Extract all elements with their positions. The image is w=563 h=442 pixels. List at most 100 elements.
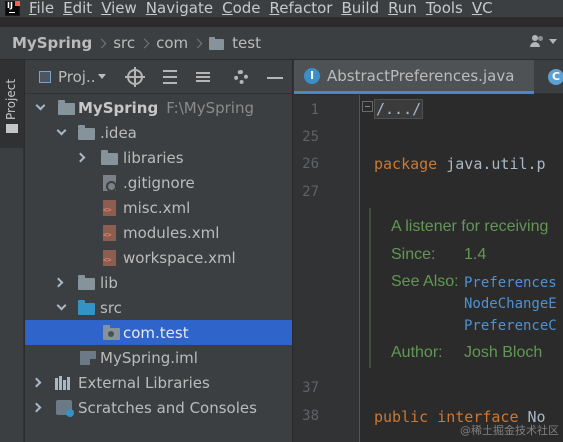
breadcrumb-project[interactable]: MySpring [12,34,92,52]
menu-tools[interactable]: Tools [426,0,463,17]
folder-icon [78,125,95,140]
chevron-down-icon[interactable] [35,100,46,111]
tree-item-project-root[interactable]: MySpring F:\MySpring [25,95,292,120]
menu-build[interactable]: Build [341,0,379,17]
tree-item-label: com.test [123,323,189,342]
menu-edit[interactable]: Edit [63,0,92,17]
tree-item-myspring-iml[interactable]: MySpring.iml [25,345,292,370]
tree-item-src[interactable]: src [25,295,292,320]
hide-panel-icon[interactable] [267,77,283,79]
line-number-gutter: 1 25 26 27 37 38 [294,95,360,442]
users-icon [530,35,546,48]
tree-item-scratches[interactable]: Scratches and Consoles [25,395,292,420]
menu-run[interactable]: Run [388,0,417,17]
chevron-down-icon [549,39,557,44]
folder-icon [209,36,225,50]
menu-refactor[interactable]: Refactor [270,0,333,17]
breadcrumb-com[interactable]: com [156,34,188,52]
menu-view[interactable]: View [101,0,137,17]
gear-icon[interactable] [234,70,248,84]
project-panel: Proj.. MySpring F:\MySpring .idea librari… [25,60,292,442]
project-tab-label: Project [4,78,18,120]
folded-imports: /.../ [374,99,424,119]
tree-item-label: modules.xml [123,223,220,242]
menu-vcs[interactable]: VC [472,0,493,17]
tree-item-misc-xml[interactable]: misc.xml [25,195,292,220]
tree-item-gitignore[interactable]: .gitignore [25,170,292,195]
doc-link-preferencechange[interactable]: PreferenceC [464,318,557,334]
project-view-dropdown[interactable]: Proj.. [39,68,106,86]
breadcrumb-src[interactable]: src [113,34,135,52]
class-file-icon [548,69,563,85]
chevron-right-icon[interactable] [53,277,64,288]
library-icon [55,375,72,390]
line-number: 38 [302,408,319,424]
breadcrumb-separator-icon [192,38,203,48]
tree-item-idea[interactable]: .idea [25,120,292,145]
javadoc-render-bar [369,208,371,368]
keyword-package: package [374,155,438,173]
account-menu-button[interactable] [530,35,557,48]
folder-icon [78,275,95,290]
intellij-app-icon: IJ [5,1,20,16]
tree-item-label: libraries [123,148,184,167]
line-number: 37 [302,380,319,396]
package-declaration: package java.util.p [374,155,546,173]
tab-next-file[interactable] [538,60,563,94]
doc-link-nodechange[interactable]: NodeChangeE [464,296,557,312]
tree-item-external-libraries[interactable]: External Libraries [25,370,292,395]
tree-item-label: Scratches and Consoles [78,398,257,417]
tree-item-label: workspace.xml [123,248,236,267]
folded-code-region[interactable]: /.../ [374,99,424,119]
collapse-all-icon[interactable] [195,69,211,85]
gitignore-file-icon [103,175,117,192]
keyword-public: public [374,408,429,426]
tree-item-libraries[interactable]: libraries [25,145,292,170]
doc-author-value: Josh Bloch [464,344,543,361]
doc-link-preferences[interactable]: Preferences [464,275,557,291]
folder-icon [101,150,118,165]
module-folder-icon [58,100,75,115]
doc-since-label: Since: [391,246,436,263]
chevron-right-icon[interactable] [31,377,42,388]
editor-area: AbstractPreferences.java 1 25 26 27 37 3… [293,60,563,442]
tree-item-label: .idea [100,123,137,142]
menu-code[interactable]: Code [222,0,260,17]
locate-file-icon[interactable] [125,67,145,87]
project-name: MySpring [78,98,159,117]
expand-all-icon[interactable] [162,69,178,85]
breadcrumb-test[interactable]: test [232,34,261,52]
editor-tab-bar: AbstractPreferences.java [294,60,563,94]
tree-item-label: src [100,298,122,317]
navigation-bar: MySpring src com test [0,27,563,59]
chevron-down-icon[interactable] [56,125,67,136]
breadcrumb-separator-icon [96,38,107,48]
project-tool-window-tab[interactable]: Project [0,60,24,148]
tree-item-label: lib [100,273,118,292]
package-name: java.util.p [437,155,546,173]
chevron-down-icon[interactable] [56,300,67,311]
xml-file-icon [103,250,116,266]
chevron-right-icon[interactable] [75,152,86,163]
folder-icon [6,124,18,133]
module-file-icon [80,351,96,365]
xml-file-icon [103,200,116,216]
tab-abstract-preferences[interactable]: AbstractPreferences.java [294,60,534,94]
tree-item-com-test[interactable]: com.test [25,320,292,345]
menu-file[interactable]: File [29,0,54,17]
project-view-label: Proj.. [58,67,96,86]
tree-item-modules-xml[interactable]: modules.xml [25,220,292,245]
chevron-right-icon[interactable] [31,402,42,413]
fold-toggle-icon[interactable] [362,101,373,112]
line-number: 27 [302,184,319,200]
line-number: 26 [302,156,319,172]
tree-item-label: MySpring F:\MySpring [78,99,254,117]
xml-file-icon [103,225,116,241]
tree-item-workspace-xml[interactable]: workspace.xml [25,245,292,270]
tree-item-label: MySpring.iml [100,348,198,367]
tool-window-strip: Project [0,60,24,442]
menu-navigate[interactable]: Navigate [146,0,213,17]
tree-item-label: misc.xml [123,198,191,217]
source-folder-icon [78,300,95,315]
tree-item-lib[interactable]: lib [25,270,292,295]
